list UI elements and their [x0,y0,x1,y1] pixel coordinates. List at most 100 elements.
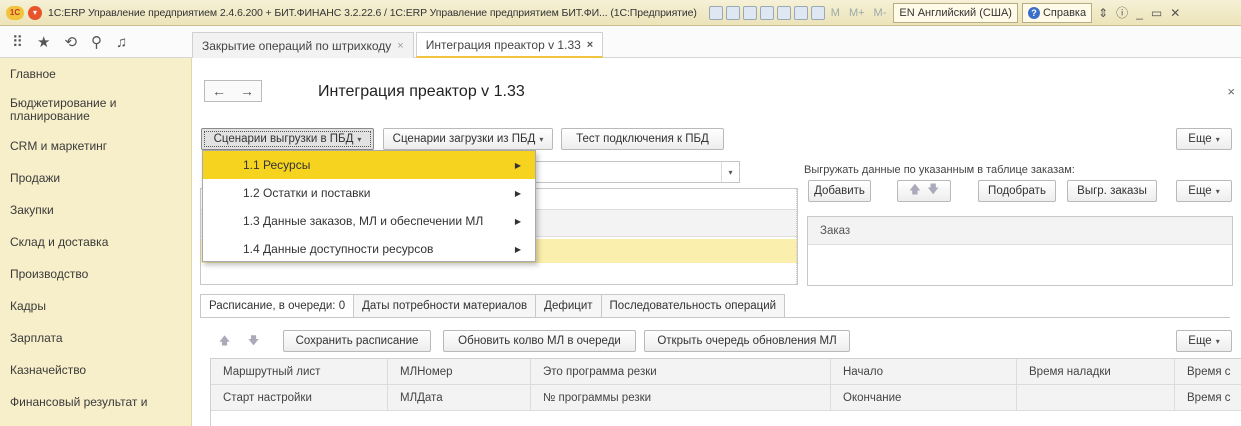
save-schedule-button[interactable]: Сохранить расписание [283,330,431,352]
sidebar-item-hr[interactable]: Кадры [0,290,191,322]
export-orders-button[interactable]: Выгр. заказы [1067,180,1157,202]
column-header[interactable]: Начало [831,359,1017,385]
calendar-icon[interactable] [810,5,825,20]
copy-icon[interactable] [776,5,791,20]
chevron-down-icon[interactable]: ▾ [721,162,739,182]
menu-item-resource-availability[interactable]: 1.4 Данные доступности ресурсов ▶ [203,235,535,263]
notifications-bell-icon[interactable]: ♫ [116,34,127,51]
help-button[interactable]: ? Справка [1021,2,1093,23]
submenu-arrow-icon: ▶ [514,244,521,254]
column-header[interactable]: Время наладки [1017,359,1175,385]
close-tab-icon[interactable]: × [397,40,403,52]
help-label: Справка [1042,6,1087,19]
search-icon[interactable]: ⚲ [91,33,102,51]
memory-mplus-button[interactable]: M+ [849,7,865,19]
tab-barcode-closing[interactable]: Закрытие операций по штрихкоду × [192,32,414,58]
main-content: ← → Интеграция преактор v 1.33 × Сценари… [192,58,1241,426]
sidebar-item-payroll[interactable]: Зарплата [0,322,191,354]
maximize-icon[interactable]: ▭ [1151,6,1162,20]
main-menu-icon[interactable]: ▾ [28,5,42,20]
help-icon: ? [1027,6,1040,19]
update-qty-button[interactable]: Обновить колво МЛ в очереди [443,330,636,352]
column-header[interactable]: Это программа резки [531,359,831,385]
favorites-star-icon[interactable]: ★ [37,33,50,51]
sidebar-item-crm[interactable]: CRM и маркетинг [0,130,191,162]
memory-mminus-button[interactable]: M- [874,7,887,19]
titlebar-tools: M M+ M- [708,5,890,20]
chevron-down-icon: ▾ [1215,336,1220,346]
info-icon[interactable]: ⓘ [1116,4,1128,21]
window-titlebar: 1С ▾ 1С:ERP Управление предприятием 2.4.… [0,0,1241,26]
window-title: 1С:ERP Управление предприятием 2.4.6.200… [48,6,697,19]
settings-icon[interactable]: ⇕ [1098,6,1108,20]
sidebar-item-purchases[interactable]: Закупки [0,194,191,226]
scenarios-import-button[interactable]: Сценарии загрузки из ПБД ▾ [383,128,553,150]
forward-arrow-icon[interactable]: → [240,83,254,99]
minimize-icon[interactable]: _ [1136,6,1143,20]
menu-item-resources[interactable]: 1.1 Ресурсы ▶ [203,151,535,179]
more-label: Еще [1188,185,1212,197]
close-window-icon[interactable]: ✕ [1170,6,1180,20]
column-header[interactable]: Окончание [831,385,1017,411]
column-header[interactable]: № программы резки [531,385,831,411]
sidebar: Главное Бюджетирование и планирование CR… [0,58,192,426]
schedule-more-button[interactable]: Еще ▾ [1176,330,1232,352]
scenario-input[interactable]: ▾ [535,161,740,183]
export-scenarios-menu: 1.1 Ресурсы ▶ 1.2 Остатки и поставки ▶ 1… [202,150,536,262]
scenarios-import-label: Сценарии загрузки из ПБД [392,133,536,145]
users-icon[interactable] [759,5,774,20]
sidebar-item-warehouse[interactable]: Склад и доставка [0,226,191,258]
more-button[interactable]: Еще ▾ [1176,128,1232,150]
menu-item-stock-supplies[interactable]: 1.2 Остатки и поставки ▶ [203,179,535,207]
column-header[interactable]: МЛДата [388,385,531,411]
sidebar-item-treasury[interactable]: Казначейство [0,354,191,386]
tab-material-dates[interactable]: Даты потребности материалов [353,294,536,318]
back-arrow-icon[interactable]: ← [212,83,226,99]
arrow-down-icon[interactable]: 🡇 [927,182,939,201]
tab-preactor-integration[interactable]: Интеграция преактор v 1.33 × [415,32,604,58]
table-header-row: Маршрутный лист МЛНомер Это программа ре… [211,359,1241,385]
chevron-down-icon: ▾ [1215,186,1220,196]
preview-icon[interactable] [742,5,757,20]
print-icon[interactable] [725,5,740,20]
arrow-up-icon[interactable]: 🡅 [909,182,921,201]
history-icon[interactable]: ⟲ [64,33,77,51]
grid-splitter[interactable] [793,189,797,284]
language-selector[interactable]: EN Английский (США) [893,2,1018,23]
sidebar-item-financial-result[interactable]: Финансовый результат и [0,386,191,418]
column-header[interactable]: Старт настройки [211,385,388,411]
close-form-icon[interactable]: × [1227,84,1235,99]
test-connection-button[interactable]: Тест подключения к ПБД [561,128,724,150]
orders-more-button[interactable]: Еще ▾ [1176,180,1232,202]
memory-m-button[interactable]: M [831,7,840,19]
move-buttons[interactable]: 🡅 🡇 [897,180,951,202]
menu-item-orders-data[interactable]: 1.3 Данные заказов, МЛ и обеспечении МЛ … [203,207,535,235]
column-header[interactable]: Маршрутный лист [211,359,388,385]
scenarios-export-button[interactable]: Сценарии выгрузки в ПБД ▾ [201,128,374,150]
column-header[interactable]: Время с [1175,359,1241,385]
column-header[interactable]: Время с [1175,385,1241,411]
apps-grid-icon[interactable]: ⠿ [12,33,23,51]
sidebar-item-budgeting[interactable]: Бюджетирование и планирование [0,90,191,130]
tab-schedule-queue[interactable]: Расписание, в очереди: 0 [200,294,354,318]
sidebar-item-main[interactable]: Главное [0,58,191,90]
tabs-divider [200,317,1230,318]
sidebar-item-production[interactable]: Производство [0,258,191,290]
arrow-up-icon[interactable]: 🡅 [219,332,230,351]
save-icon[interactable] [708,5,723,20]
orders-grid: Заказ [807,216,1233,286]
pick-button[interactable]: Подобрать [978,180,1056,202]
add-order-button[interactable]: Добавить [808,180,871,202]
open-queue-button[interactable]: Открыть очередь обновления МЛ [644,330,850,352]
orders-column-header[interactable]: Заказ [808,217,1232,245]
scenarios-export-label: Сценарии выгрузки в ПБД [213,133,354,145]
column-header[interactable]: МЛНомер [388,359,531,385]
submenu-arrow-icon: ▶ [514,216,521,226]
tab-operation-sequence[interactable]: Последовательность операций [600,294,786,318]
column-header[interactable] [1017,385,1175,411]
sidebar-item-sales[interactable]: Продажи [0,162,191,194]
calculator-icon[interactable] [793,5,808,20]
arrow-down-icon[interactable]: 🡇 [248,332,259,351]
tab-deficit[interactable]: Дефицит [535,294,601,318]
close-tab-icon[interactable]: × [587,39,593,51]
